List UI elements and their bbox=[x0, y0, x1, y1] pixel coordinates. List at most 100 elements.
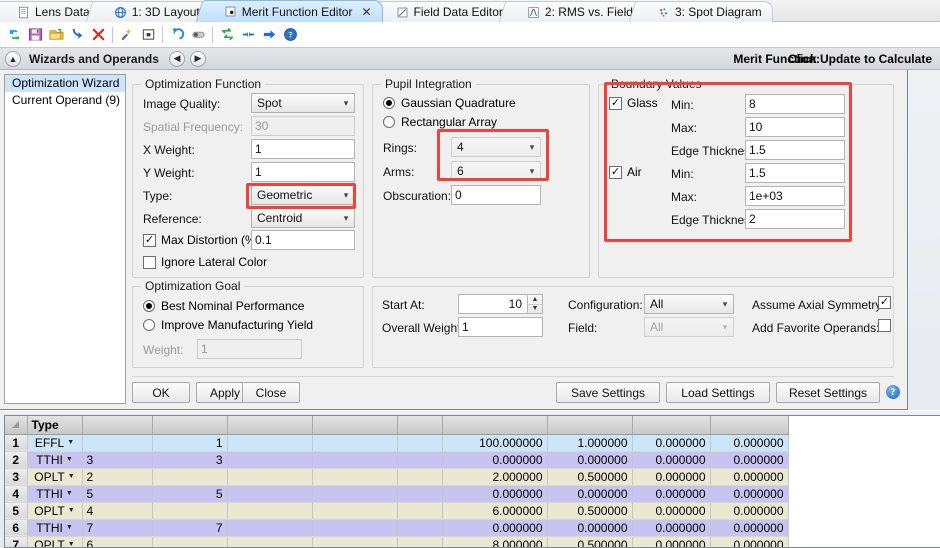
air-max-input[interactable] bbox=[745, 186, 845, 206]
column-header[interactable] bbox=[227, 416, 312, 434]
grid-cell[interactable]: 0.000000 bbox=[442, 451, 547, 468]
grid-cell[interactable]: 0.000000 bbox=[710, 468, 788, 485]
configuration-select[interactable]: All ▾ bbox=[644, 294, 734, 314]
grid-cell[interactable] bbox=[152, 502, 227, 519]
x-weight-input[interactable] bbox=[251, 139, 355, 159]
table-row[interactable]: 3OPLT▼22.0000000.5000000.0000000.000000 bbox=[5, 468, 788, 485]
glass-edge-thickness-input[interactable] bbox=[745, 140, 845, 160]
reference-select[interactable]: Centroid ▾ bbox=[251, 208, 355, 228]
sidebar-item-optimization-wizard[interactable]: Optimization Wizard bbox=[5, 75, 125, 92]
y-weight-input[interactable] bbox=[251, 162, 355, 182]
spatial-frequency-input[interactable] bbox=[251, 116, 355, 136]
chevron-up-icon[interactable]: ▲ bbox=[5, 51, 21, 67]
grid-cell[interactable] bbox=[152, 468, 227, 485]
grid-cell[interactable] bbox=[312, 468, 397, 485]
tab-field-data-editor[interactable]: Field Data Editor bbox=[379, 1, 514, 22]
grid-cell[interactable] bbox=[397, 485, 442, 502]
glass-checkbox[interactable]: ✓ Glass bbox=[609, 96, 658, 110]
grid-cell[interactable]: 1.000000 bbox=[547, 434, 632, 451]
table-row[interactable]: 6TTHI▼770.0000000.0000000.0000000.000000 bbox=[5, 519, 788, 536]
glass-max-input[interactable] bbox=[745, 117, 845, 137]
grid-cell[interactable]: 0.000000 bbox=[710, 485, 788, 502]
save-settings-button[interactable]: Save Settings bbox=[556, 382, 660, 403]
gaussian-quadrature-radio[interactable]: Gaussian Quadrature bbox=[383, 96, 516, 110]
goal-weight-input[interactable] bbox=[197, 339, 302, 359]
row-number[interactable]: 4 bbox=[5, 485, 27, 502]
add-favorite-operands-checkbox[interactable] bbox=[878, 319, 891, 332]
grid-cell[interactable]: 0.500000 bbox=[547, 468, 632, 485]
grid-cell[interactable] bbox=[227, 468, 312, 485]
grid-cell[interactable] bbox=[397, 519, 442, 536]
row-number[interactable]: 7 bbox=[5, 536, 27, 548]
row-number[interactable]: 3 bbox=[5, 468, 27, 485]
table-row[interactable]: 2TTHI▼330.0000000.0000000.0000000.000000 bbox=[5, 451, 788, 468]
save-icon[interactable] bbox=[25, 25, 45, 45]
grid-cell[interactable]: 0.000000 bbox=[547, 485, 632, 502]
grid-cell[interactable] bbox=[227, 485, 312, 502]
image-quality-select[interactable]: Spot ▾ bbox=[251, 93, 355, 113]
grid-cell[interactable]: 0.000000 bbox=[632, 451, 710, 468]
operand-type-cell[interactable]: TTHI▼ bbox=[27, 485, 82, 502]
grid-cell[interactable]: 0.000000 bbox=[710, 536, 788, 548]
operand-type-cell[interactable]: TTHI▼ bbox=[27, 451, 82, 468]
caret-down-icon[interactable]: ▼ bbox=[67, 439, 74, 446]
grid-cell[interactable] bbox=[227, 434, 312, 451]
refresh-icon[interactable] bbox=[4, 25, 24, 45]
rectangular-array-radio[interactable]: Rectangular Array bbox=[383, 115, 497, 129]
grid-cell[interactable]: 0.000000 bbox=[547, 519, 632, 536]
grid-cell[interactable] bbox=[312, 451, 397, 468]
caret-down-icon[interactable]: ▼ bbox=[66, 456, 73, 463]
glass-min-input[interactable] bbox=[745, 94, 845, 114]
grid-cell[interactable] bbox=[397, 502, 442, 519]
grid-cell[interactable]: 0.000000 bbox=[442, 485, 547, 502]
grid-cell[interactable]: 6.000000 bbox=[442, 502, 547, 519]
row-number[interactable]: 5 bbox=[5, 502, 27, 519]
ignore-lateral-color-checkbox[interactable]: Ignore Lateral Color bbox=[143, 255, 267, 269]
air-edge-thickness-input[interactable] bbox=[745, 209, 845, 229]
grid-cell[interactable] bbox=[227, 536, 312, 548]
tab-merit-function-editor[interactable]: Merit Function Editor✕ bbox=[207, 0, 383, 22]
compress-icon[interactable] bbox=[238, 25, 258, 45]
close-icon[interactable]: ✕ bbox=[361, 6, 371, 18]
improve-manufacturing-yield-radio[interactable]: Improve Manufacturing Yield bbox=[143, 318, 313, 332]
toggle-icon[interactable] bbox=[188, 25, 208, 45]
type-select[interactable]: Geometric ▾ bbox=[251, 185, 355, 205]
start-at-stepper[interactable]: ▲ ▼ bbox=[528, 294, 543, 314]
max-distortion-checkbox[interactable]: ✓ Max Distortion (%): bbox=[143, 233, 263, 247]
operand-type-cell[interactable]: TTHI▼ bbox=[27, 519, 82, 536]
chevron-left-icon[interactable]: ◀ bbox=[169, 51, 185, 67]
row-number[interactable]: 6 bbox=[5, 519, 27, 536]
grid-cell[interactable] bbox=[312, 536, 397, 548]
grid-cell[interactable]: 6 bbox=[82, 536, 152, 548]
grid-cell[interactable] bbox=[312, 485, 397, 502]
caret-up-icon[interactable]: ▲ bbox=[528, 295, 542, 305]
grid-cell[interactable] bbox=[82, 434, 152, 451]
grid-cell[interactable] bbox=[312, 434, 397, 451]
undo-icon[interactable] bbox=[167, 25, 187, 45]
column-header[interactable] bbox=[442, 416, 547, 434]
grid-cell[interactable]: 0.000000 bbox=[547, 451, 632, 468]
grid-cell[interactable]: 2 bbox=[82, 468, 152, 485]
grid-cell[interactable]: 4 bbox=[82, 502, 152, 519]
air-checkbox[interactable]: ✓ Air bbox=[609, 165, 642, 179]
grid-cell[interactable] bbox=[227, 502, 312, 519]
caret-down-icon[interactable]: ▼ bbox=[66, 524, 73, 531]
grid-cell[interactable]: 7 bbox=[152, 519, 227, 536]
load-settings-button[interactable]: Load Settings bbox=[666, 382, 770, 403]
operand-type-cell[interactable]: OPLT▼ bbox=[27, 502, 82, 519]
grid-cell[interactable]: 0.000000 bbox=[710, 519, 788, 536]
help-icon[interactable]: ? bbox=[280, 25, 300, 45]
column-header[interactable] bbox=[632, 416, 710, 434]
chevron-right-icon[interactable]: ▶ bbox=[190, 51, 206, 67]
column-header[interactable] bbox=[82, 416, 152, 434]
reset-settings-button[interactable]: Reset Settings bbox=[776, 382, 880, 403]
column-header[interactable]: Type bbox=[27, 416, 82, 434]
row-number[interactable]: 1 bbox=[5, 434, 27, 451]
air-min-input[interactable] bbox=[745, 163, 845, 183]
assume-axial-symmetry-checkbox[interactable]: ✓ bbox=[878, 296, 891, 309]
grid-cell[interactable] bbox=[397, 468, 442, 485]
grid-cell[interactable]: 0.000000 bbox=[632, 434, 710, 451]
arrow-right-icon[interactable] bbox=[259, 25, 279, 45]
grid-cell[interactable]: 0.000000 bbox=[710, 502, 788, 519]
grid-cell[interactable] bbox=[152, 536, 227, 548]
